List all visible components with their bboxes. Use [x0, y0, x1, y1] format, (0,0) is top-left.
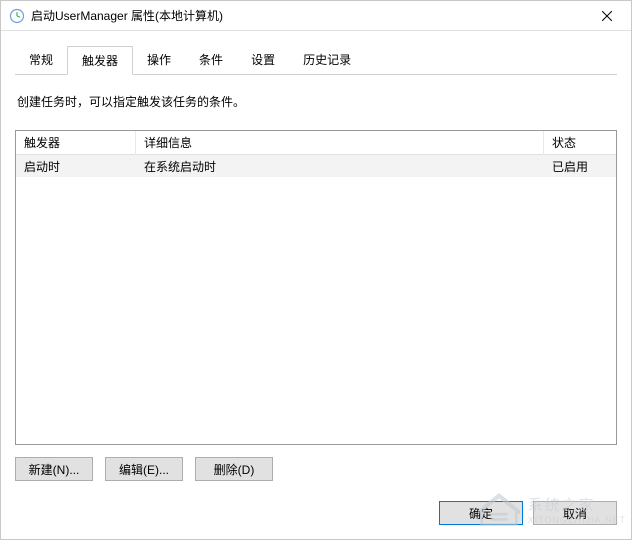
- cell-status: 已启用: [544, 155, 616, 178]
- cell-detail: 在系统启动时: [136, 155, 544, 178]
- table-header: 触发器 详细信息 状态: [16, 131, 616, 155]
- tab-actions[interactable]: 操作: [133, 46, 185, 75]
- col-detail[interactable]: 详细信息: [136, 130, 544, 155]
- new-button[interactable]: 新建(N)...: [15, 457, 93, 481]
- col-status[interactable]: 状态: [544, 130, 616, 155]
- trigger-table: 触发器 详细信息 状态 启动时 在系统启动时 已启用: [15, 130, 617, 445]
- ok-button[interactable]: 确定: [439, 501, 523, 525]
- titlebar: 启动UserManager 属性(本地计算机): [1, 1, 631, 31]
- table-body: 启动时 在系统启动时 已启用: [16, 155, 616, 444]
- close-button[interactable]: [585, 2, 629, 30]
- tab-conditions[interactable]: 条件: [185, 46, 237, 75]
- dialog-footer: 确定 取消: [1, 491, 631, 539]
- clock-icon: [9, 8, 25, 24]
- tab-strip: 常规 触发器 操作 条件 设置 历史记录: [15, 45, 617, 75]
- tab-general[interactable]: 常规: [15, 46, 67, 75]
- tab-history[interactable]: 历史记录: [289, 46, 365, 75]
- table-row[interactable]: 启动时 在系统启动时 已启用: [16, 155, 616, 177]
- col-trigger[interactable]: 触发器: [16, 130, 136, 155]
- cell-trigger: 启动时: [16, 155, 136, 178]
- instruction-text: 创建任务时，可以指定触发该任务的条件。: [15, 93, 617, 110]
- dialog-content: 常规 触发器 操作 条件 设置 历史记录 创建任务时，可以指定触发该任务的条件。…: [1, 31, 631, 491]
- tab-triggers[interactable]: 触发器: [67, 46, 133, 75]
- cancel-button[interactable]: 取消: [533, 501, 617, 525]
- trigger-button-row: 新建(N)... 编辑(E)... 删除(D): [15, 457, 617, 481]
- properties-dialog: 启动UserManager 属性(本地计算机) 常规 触发器 操作 条件 设置 …: [0, 0, 632, 540]
- edit-button[interactable]: 编辑(E)...: [105, 457, 183, 481]
- tab-settings[interactable]: 设置: [237, 46, 289, 75]
- window-title: 启动UserManager 属性(本地计算机): [31, 7, 585, 24]
- delete-button[interactable]: 删除(D): [195, 457, 273, 481]
